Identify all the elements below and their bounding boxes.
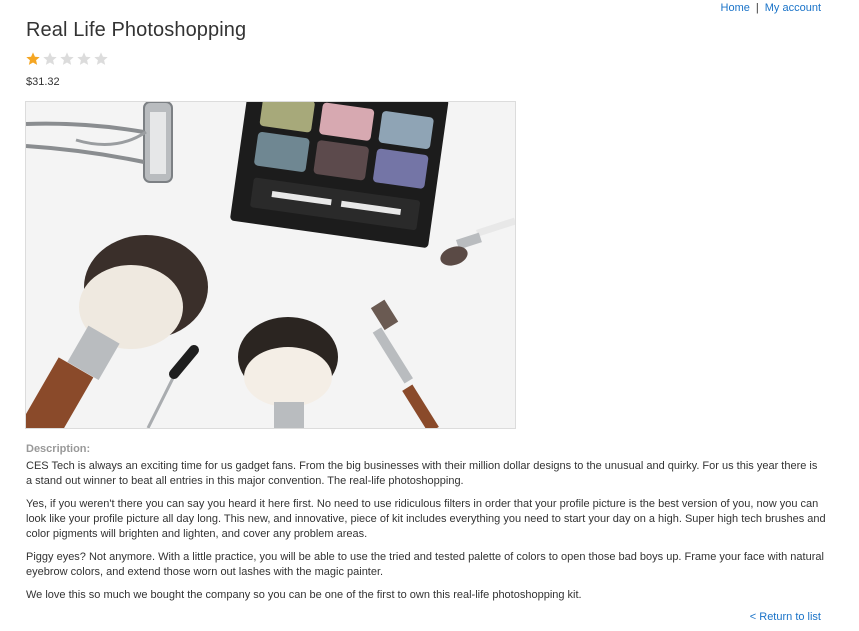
- product-title: Real Life Photoshopping: [26, 19, 247, 41]
- makeup-photo-illustration: [26, 102, 515, 428]
- star-empty-icon: [94, 52, 108, 65]
- description-paragraph: Piggy eyes? Not anymore. With a little p…: [26, 551, 824, 578]
- star-empty-icon: [60, 52, 74, 65]
- star-rating: [25, 51, 109, 67]
- return-to-list-link[interactable]: < Return to list: [750, 611, 821, 623]
- star-filled-icon: [26, 52, 40, 65]
- star-empty-icon: [43, 52, 57, 65]
- description-paragraph: We love this so much we bought the compa…: [26, 589, 582, 601]
- description-label: Description:: [26, 443, 91, 455]
- home-link[interactable]: Home: [721, 2, 750, 14]
- top-navigation: Home | My account: [721, 2, 821, 14]
- product-description: CES Tech is always an exciting time for …: [26, 459, 826, 611]
- nav-separator: |: [755, 2, 759, 14]
- my-account-link[interactable]: My account: [765, 2, 821, 14]
- description-paragraph: CES Tech is always an exciting time for …: [26, 460, 818, 487]
- product-page: Home | My account Real Life Photoshopping …: [0, 0, 859, 631]
- product-image: [25, 101, 516, 429]
- star-empty-icon: [77, 52, 91, 65]
- product-price: $31.32: [26, 76, 60, 88]
- description-paragraph: Yes, if you weren't there you can say yo…: [26, 498, 826, 540]
